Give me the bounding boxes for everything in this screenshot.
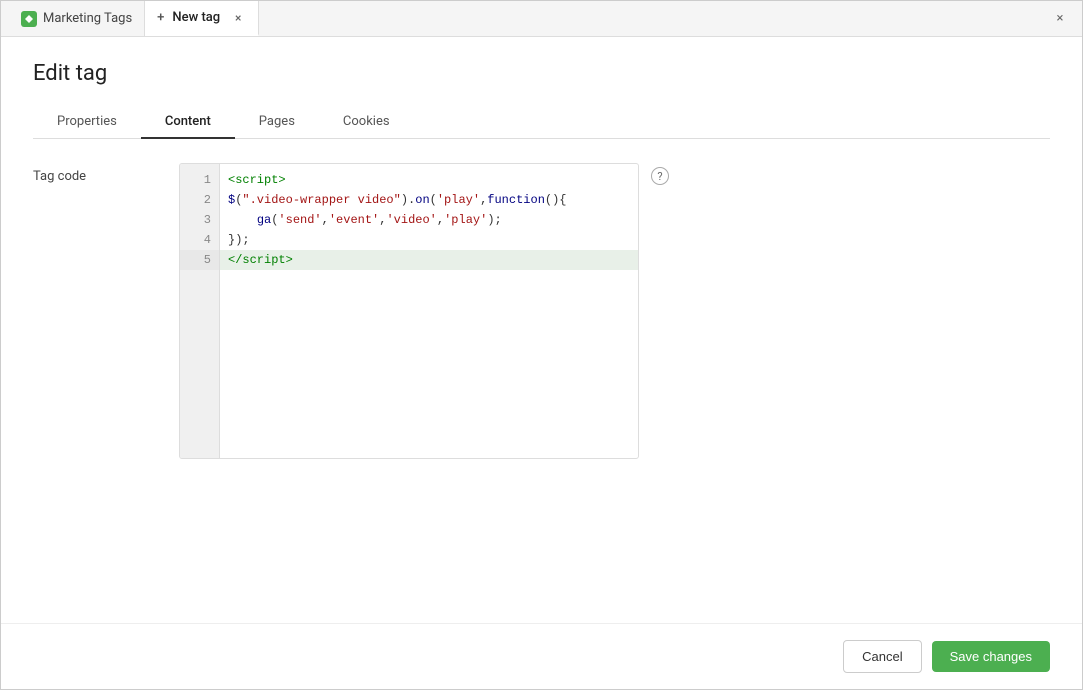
tab-cookies[interactable]: Cookies [319, 106, 414, 139]
page-title: Edit tag [33, 61, 1050, 86]
tab-content[interactable]: Content [141, 106, 235, 139]
content-area: Tag code 12345 <script>$(".video-wrapper… [33, 163, 1050, 623]
tag-code-label: Tag code [33, 163, 163, 184]
tab-marketing-tags[interactable]: Marketing Tags [9, 1, 145, 36]
line-number-2: 2 [180, 190, 219, 210]
main-window: Marketing Tags + New tag × × Edit tag Pr… [0, 0, 1083, 690]
tab-properties[interactable]: Properties [33, 106, 141, 139]
code-line-1: <script> [220, 170, 638, 190]
code-editor-wrapper: 12345 <script>$(".video-wrapper video").… [179, 163, 1050, 459]
code-editor[interactable]: 12345 <script>$(".video-wrapper video").… [179, 163, 639, 459]
code-line-5: </script> [220, 250, 638, 270]
tab-marketing-tags-label: Marketing Tags [43, 11, 132, 26]
tag-code-field-row: Tag code 12345 <script>$(".video-wrapper… [33, 163, 1050, 459]
window-close-icon: × [1057, 11, 1064, 26]
line-numbers: 12345 [180, 164, 220, 458]
section-tabs: Properties Content Pages Cookies [33, 106, 1050, 139]
window-close-button[interactable]: × [1046, 5, 1074, 33]
help-icon[interactable]: ? [651, 167, 669, 185]
line-number-1: 1 [180, 170, 219, 190]
main-content: Edit tag Properties Content Pages Cookie… [1, 37, 1082, 623]
tab-pages[interactable]: Pages [235, 106, 319, 139]
tab-new-tag-label: New tag [172, 10, 220, 25]
cancel-button[interactable]: Cancel [843, 640, 921, 673]
save-changes-button[interactable]: Save changes [932, 641, 1050, 672]
tab-bar: Marketing Tags + New tag × × [1, 1, 1082, 37]
line-number-3: 3 [180, 210, 219, 230]
code-line-4: }); [220, 230, 638, 250]
marketing-tags-icon [21, 11, 37, 27]
tab-new-tag[interactable]: + New tag × [145, 1, 259, 36]
tab-new-tag-close[interactable]: × [230, 10, 246, 26]
footer: Cancel Save changes [1, 623, 1082, 689]
code-content[interactable]: <script>$(".video-wrapper video").on('pl… [220, 164, 638, 458]
code-line-3: ga('send','event','video','play'); [220, 210, 638, 230]
code-line-2: $(".video-wrapper video").on('play',func… [220, 190, 638, 210]
line-number-5: 5 [180, 250, 219, 270]
line-number-4: 4 [180, 230, 219, 250]
new-tab-plus: + [157, 10, 164, 25]
